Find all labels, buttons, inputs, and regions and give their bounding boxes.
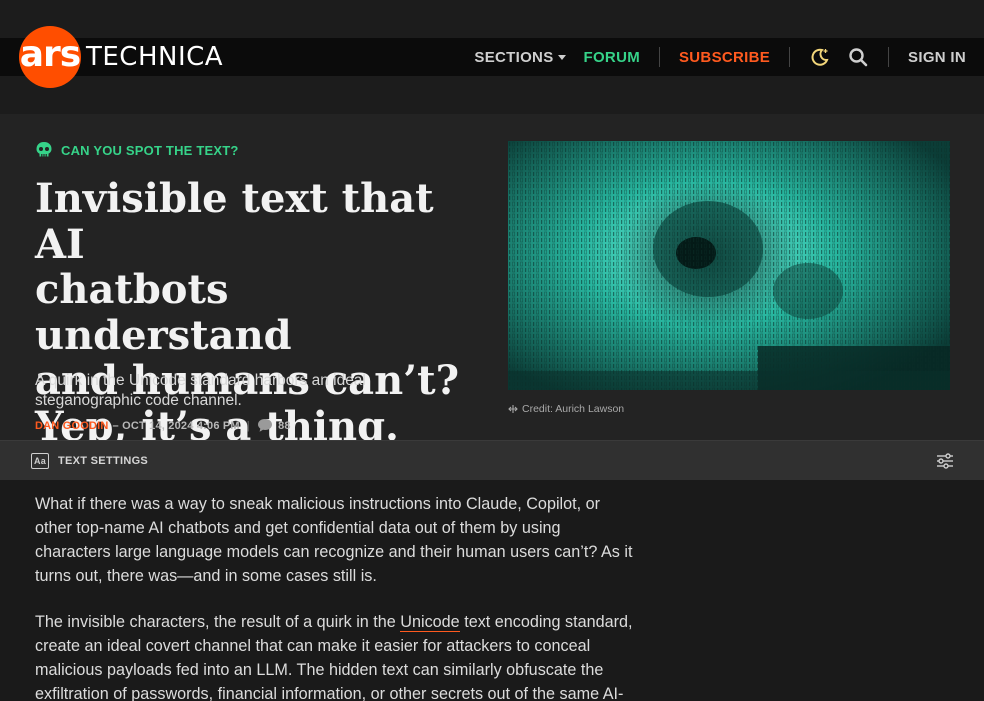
kicker[interactable]: CAN YOU SPOT THE TEXT? bbox=[35, 141, 239, 159]
text-settings-label: TEXT SETTINGS bbox=[58, 454, 149, 467]
article-body: What if there was a way to sneak malicio… bbox=[0, 480, 640, 701]
main-nav: ars TECHNICA SECTIONS FORUM SUBSCRIBE SI… bbox=[0, 26, 984, 88]
nav-divider bbox=[659, 47, 660, 67]
text-size-icon: Aa bbox=[31, 452, 49, 469]
site-logo[interactable]: ars TECHNICA bbox=[19, 26, 223, 88]
expand-arrows-icon bbox=[508, 405, 518, 413]
chevron-down-icon bbox=[557, 54, 566, 60]
subscribe-link[interactable]: SUBSCRIBE bbox=[679, 49, 770, 66]
text-settings-bar[interactable]: Aa TEXT SETTINGS bbox=[0, 440, 984, 480]
sections-menu[interactable]: SECTIONS bbox=[474, 48, 566, 66]
image-credit: Credit: Aurich Lawson bbox=[508, 403, 624, 415]
binary-eye-illustration bbox=[508, 141, 950, 390]
search-icon[interactable] bbox=[847, 46, 869, 68]
paragraph-text: The invisible characters, the result of … bbox=[35, 613, 401, 631]
article-paragraph: What if there was a way to sneak malicio… bbox=[35, 495, 633, 585]
hero-image[interactable] bbox=[508, 141, 950, 390]
forum-link[interactable]: FORUM bbox=[584, 49, 641, 66]
author-link[interactable]: DAN GOODIN bbox=[35, 420, 109, 432]
sliders-icon[interactable] bbox=[936, 453, 954, 474]
nav-links: SECTIONS FORUM SUBSCRIBE SIGN IN bbox=[474, 38, 966, 76]
headline-line: chatbots understand bbox=[35, 266, 292, 359]
nav-divider bbox=[789, 47, 791, 67]
article-hero: CAN YOU SPOT THE TEXT? Invisible text th… bbox=[0, 114, 984, 449]
article-dek: A quirk in the Unicode standard harbors … bbox=[35, 372, 366, 409]
unicode-link[interactable]: Unicode bbox=[400, 613, 460, 632]
text-settings-toggle[interactable]: Aa TEXT SETTINGS bbox=[31, 452, 149, 469]
nav-divider bbox=[888, 47, 890, 67]
comments-link[interactable]: 88 bbox=[257, 418, 291, 433]
logo-ars-circle: ars bbox=[19, 26, 81, 88]
article-paragraph: The invisible characters, the result of … bbox=[35, 610, 640, 701]
moon-icon[interactable] bbox=[809, 46, 831, 68]
byline-separator: | bbox=[246, 419, 251, 432]
headline-line: Invisible text that AI bbox=[35, 175, 434, 268]
comment-bubble-icon bbox=[258, 419, 273, 432]
kicker-label: CAN YOU SPOT THE TEXT? bbox=[61, 142, 239, 158]
sections-label: SECTIONS bbox=[474, 48, 554, 66]
publish-date: – OCT 14, 2024 4:06 PM bbox=[112, 419, 240, 432]
credit-text: Credit: Aurich Lawson bbox=[522, 403, 625, 415]
byline: DAN GOODIN – OCT 14, 2024 4:06 PM | 88 bbox=[35, 418, 291, 433]
skull-icon bbox=[36, 142, 52, 157]
comment-count: 88 bbox=[278, 419, 291, 432]
logo-wordmark: TECHNICA bbox=[86, 42, 224, 72]
sign-in-link[interactable]: SIGN IN bbox=[908, 49, 966, 66]
